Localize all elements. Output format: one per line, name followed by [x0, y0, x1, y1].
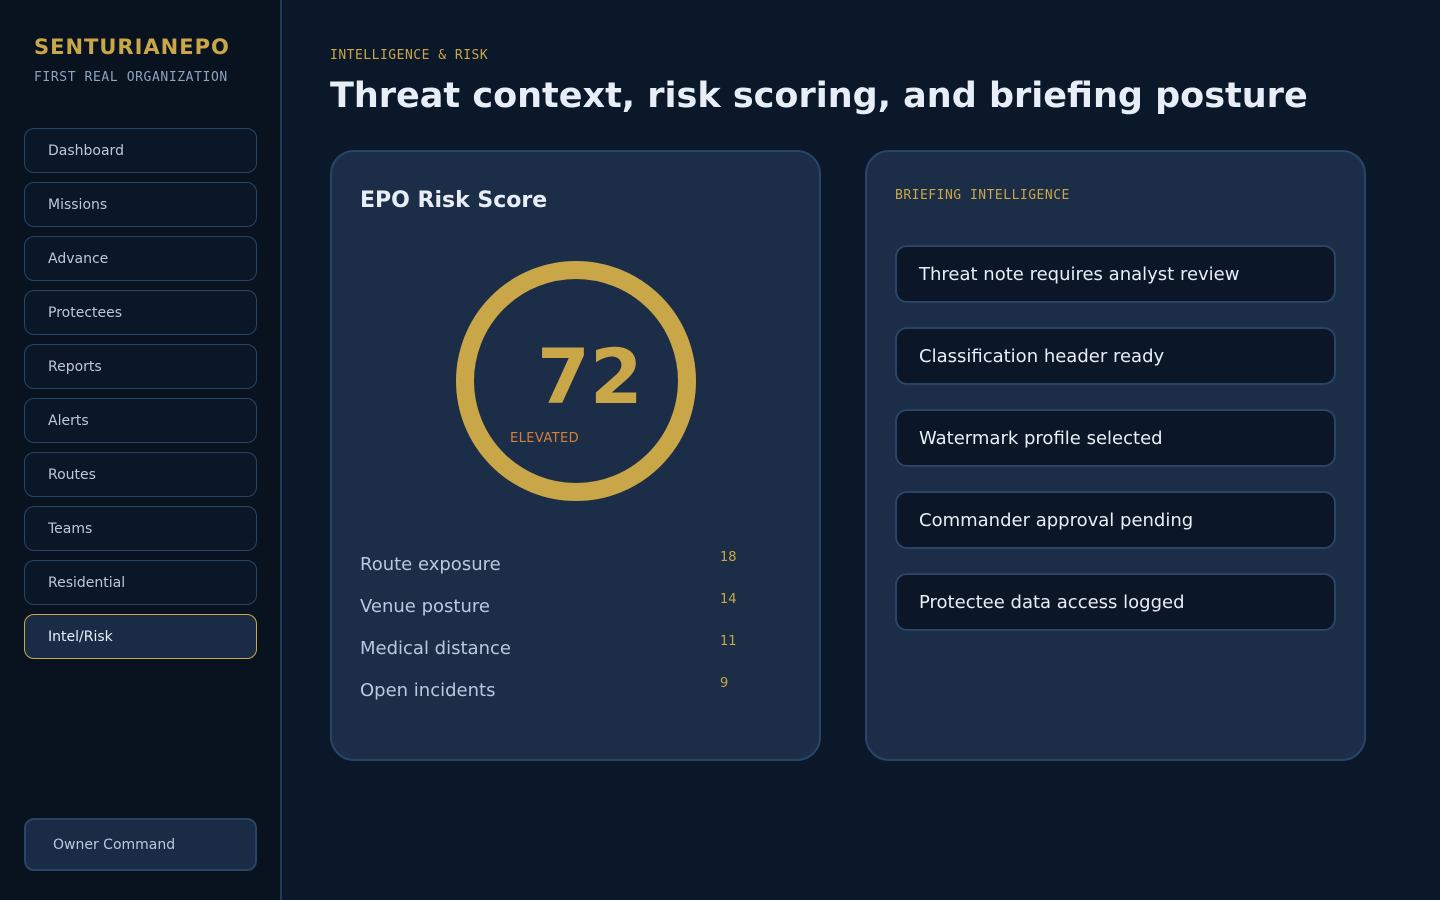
- sidebar-item-intel-risk[interactable]: Intel/Risk: [24, 614, 257, 659]
- briefing-item-label: Threat note requires analyst review: [919, 263, 1240, 285]
- sidebar-item-label: Advance: [48, 250, 109, 267]
- sidebar-item-label: Alerts: [48, 412, 89, 429]
- sidebar-item-label: Routes: [48, 466, 96, 483]
- sidebar-item-missions[interactable]: Missions: [24, 182, 257, 227]
- sidebar-item-label: Intel/Risk: [48, 628, 113, 645]
- sidebar-nav: Dashboard Missions Advance Protectees Re…: [24, 128, 257, 668]
- sidebar-item-dashboard[interactable]: Dashboard: [24, 128, 257, 173]
- briefing-item-label: Classification header ready: [919, 345, 1165, 367]
- briefing-item-commander-approval[interactable]: Commander approval pending: [895, 491, 1336, 549]
- briefing-item-watermark[interactable]: Watermark profile selected: [895, 409, 1336, 467]
- sidebar-item-reports[interactable]: Reports: [24, 344, 257, 389]
- page-title: Threat context, risk scoring, and briefi…: [330, 76, 1308, 116]
- briefing-item-label: Protectee data access logged: [919, 591, 1185, 613]
- briefing-eyebrow: BRIEFING INTELLIGENCE: [895, 188, 1070, 203]
- risk-score-value: 72: [537, 332, 643, 421]
- risk-factor-row: Open incidents 9: [360, 676, 780, 722]
- brand-name: SENTURIANEPO: [34, 35, 230, 59]
- briefing-list: Threat note requires analyst review Clas…: [895, 245, 1336, 655]
- risk-factor-row: Medical distance 11: [360, 634, 780, 680]
- sidebar-item-label: Teams: [48, 520, 93, 537]
- risk-level-label: ELEVATED: [510, 431, 579, 446]
- sidebar-item-routes[interactable]: Routes: [24, 452, 257, 497]
- sidebar-item-label: Reports: [48, 358, 102, 375]
- sidebar: SENTURIANEPO FIRST REAL ORGANIZATION Das…: [0, 0, 282, 900]
- risk-factor-name: Venue posture: [360, 596, 490, 617]
- risk-factor-value: 11: [720, 634, 737, 649]
- briefing-item-threat-note[interactable]: Threat note requires analyst review: [895, 245, 1336, 303]
- page-eyebrow: INTELLIGENCE & RISK: [330, 48, 489, 63]
- brand-subtitle: FIRST REAL ORGANIZATION: [34, 70, 228, 85]
- sidebar-item-residential[interactable]: Residential: [24, 560, 257, 605]
- risk-card-title: EPO Risk Score: [360, 188, 548, 213]
- risk-factor-row: Venue posture 14: [360, 592, 780, 638]
- risk-factor-value: 9: [720, 676, 729, 691]
- owner-command-label: Owner Command: [53, 836, 176, 853]
- sidebar-item-label: Residential: [48, 574, 126, 591]
- sidebar-item-advance[interactable]: Advance: [24, 236, 257, 281]
- owner-command-button[interactable]: Owner Command: [24, 818, 257, 871]
- briefing-card: BRIEFING INTELLIGENCE Threat note requir…: [865, 150, 1366, 761]
- risk-factor-name: Medical distance: [360, 638, 511, 659]
- briefing-item-label: Watermark profile selected: [919, 427, 1163, 449]
- risk-factor-value: 14: [720, 592, 737, 607]
- risk-factor-value: 18: [720, 550, 737, 565]
- risk-factor-row: Route exposure 18: [360, 550, 780, 596]
- sidebar-item-teams[interactable]: Teams: [24, 506, 257, 551]
- risk-factor-list: Route exposure 18 Venue posture 14 Medic…: [360, 550, 780, 722]
- risk-score-card: EPO Risk Score 72 ELEVATED Route exposur…: [330, 150, 821, 761]
- briefing-item-label: Commander approval pending: [919, 509, 1194, 531]
- app-root: SENTURIANEPO FIRST REAL ORGANIZATION Das…: [0, 0, 1440, 900]
- risk-factor-name: Route exposure: [360, 554, 501, 575]
- sidebar-item-label: Protectees: [48, 304, 123, 321]
- briefing-item-classification[interactable]: Classification header ready: [895, 327, 1336, 385]
- risk-factor-name: Open incidents: [360, 680, 496, 701]
- sidebar-item-protectees[interactable]: Protectees: [24, 290, 257, 335]
- sidebar-item-label: Dashboard: [48, 142, 124, 159]
- sidebar-item-label: Missions: [48, 196, 108, 213]
- briefing-item-data-access[interactable]: Protectee data access logged: [895, 573, 1336, 631]
- sidebar-item-alerts[interactable]: Alerts: [24, 398, 257, 443]
